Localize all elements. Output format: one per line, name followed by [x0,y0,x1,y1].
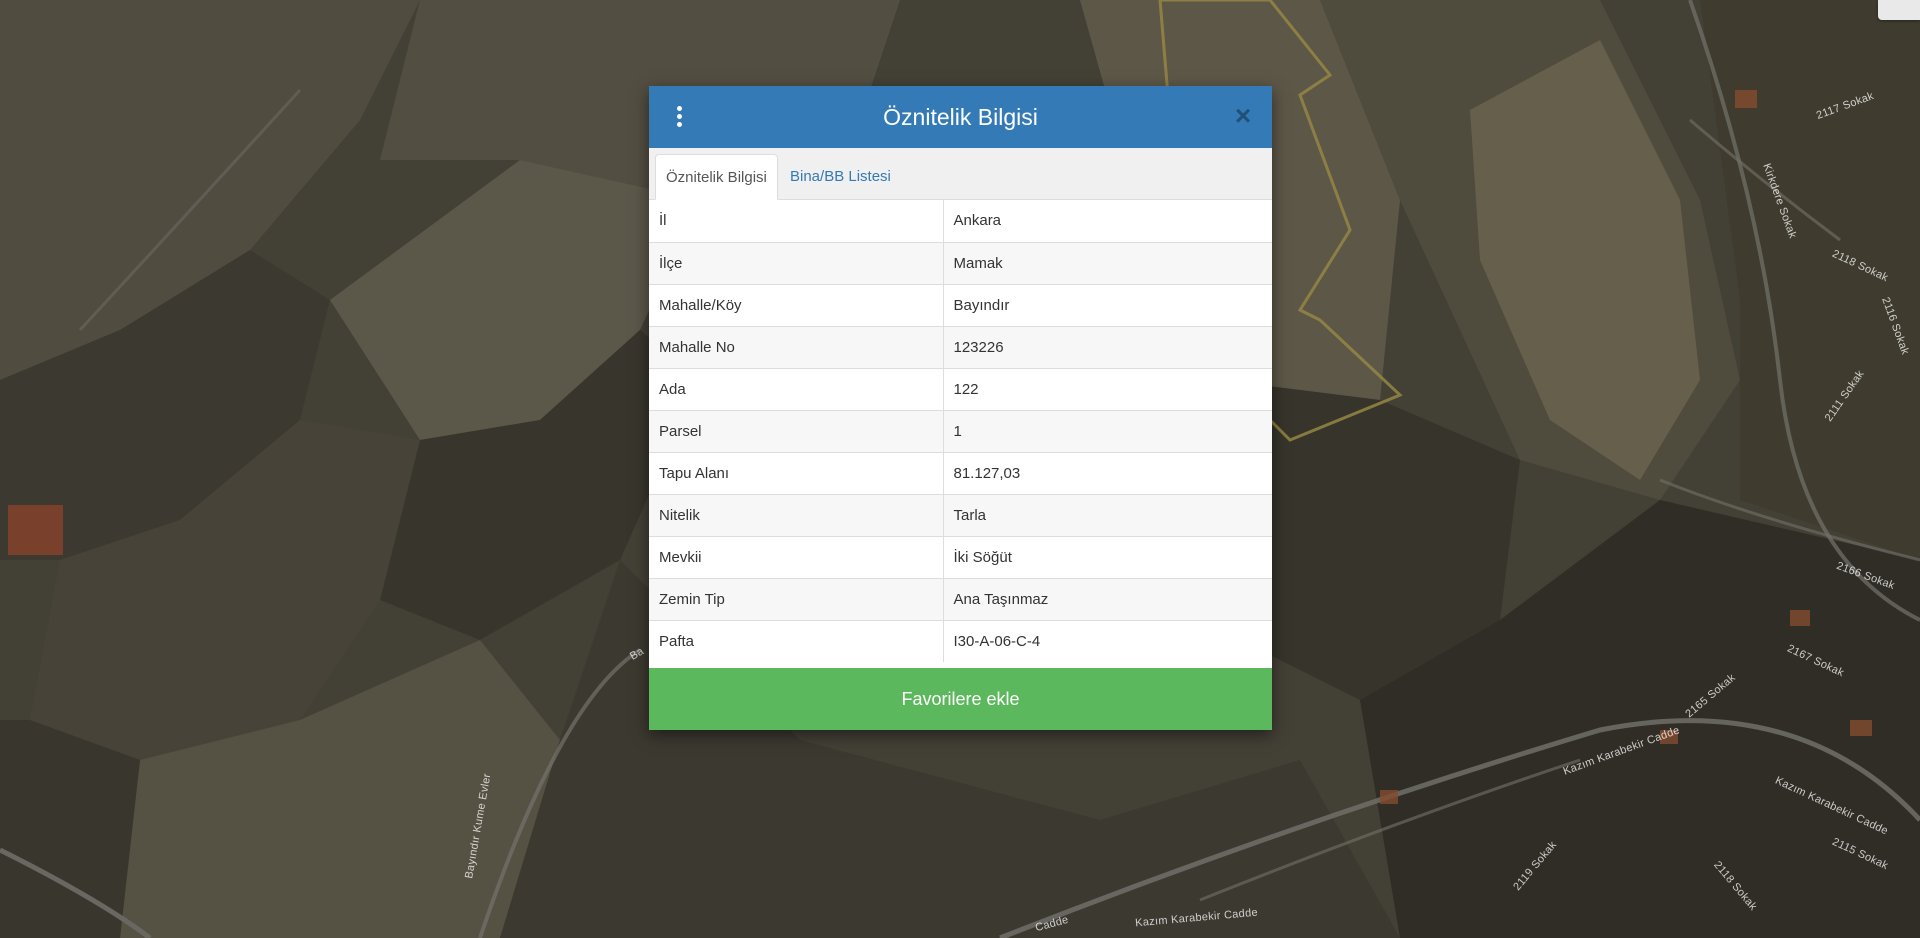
add-to-favorites-button[interactable]: Favorilere ekle [649,668,1272,730]
tab-attribute-info[interactable]: Öznitelik Bilgisi [655,154,778,200]
row-key: İlçe [649,241,944,284]
row-value: 1 [943,409,1272,452]
attribute-info-modal: Öznitelik Bilgisi × Öznitelik Bilgisi Bi… [649,86,1272,730]
modal-title: Öznitelik Bilgisi [883,104,1038,130]
table-row: Ada 122 [649,367,1272,410]
table-row: Tapu Alanı 81.127,03 [649,451,1272,494]
table-row: Mevkii İki Söğüt [649,535,1272,578]
close-icon[interactable]: × [1230,102,1256,130]
map-settings-control[interactable] [1878,0,1920,20]
modal-header: Öznitelik Bilgisi × [649,86,1272,148]
row-value: 123226 [943,325,1272,368]
row-value: I30-A-06-C-4 [943,619,1272,662]
table-row: Mahalle No 123226 [649,325,1272,368]
row-key: Parsel [649,409,944,452]
row-value: Bayındır [943,283,1272,326]
row-value: Mamak [943,241,1272,284]
table-row: İl Ankara [649,200,1272,242]
row-key: Ada [649,367,944,410]
row-key: Pafta [649,619,944,662]
tab-bar: Öznitelik Bilgisi Bina/BB Listesi [649,148,1272,200]
row-value: İki Söğüt [943,535,1272,578]
row-value: Tarla [943,493,1272,536]
row-key: Mahalle/Köy [649,283,944,326]
row-key: Nitelik [649,493,944,536]
attribute-table: İl Ankara İlçe Mamak Mahalle/Köy Bayındı… [649,200,1272,662]
table-row: Zemin Tip Ana Taşınmaz [649,577,1272,620]
table-row: Pafta I30-A-06-C-4 [649,619,1272,662]
row-key: İl [649,200,944,242]
row-key: Zemin Tip [649,577,944,620]
row-key: Mevkii [649,535,944,578]
row-value: 81.127,03 [943,451,1272,494]
row-key: Mahalle No [649,325,944,368]
row-value: Ankara [953,212,1002,230]
table-row: Parsel 1 [649,409,1272,452]
table-row: Nitelik Tarla [649,493,1272,536]
row-value: 122 [943,367,1272,410]
table-row: Mahalle/Köy Bayındır [649,283,1272,326]
table-row: İlçe Mamak [649,241,1272,284]
row-key: Tapu Alanı [649,451,944,494]
row-value: Ana Taşınmaz [943,577,1272,620]
tab-building-list[interactable]: Bina/BB Listesi [780,154,901,200]
